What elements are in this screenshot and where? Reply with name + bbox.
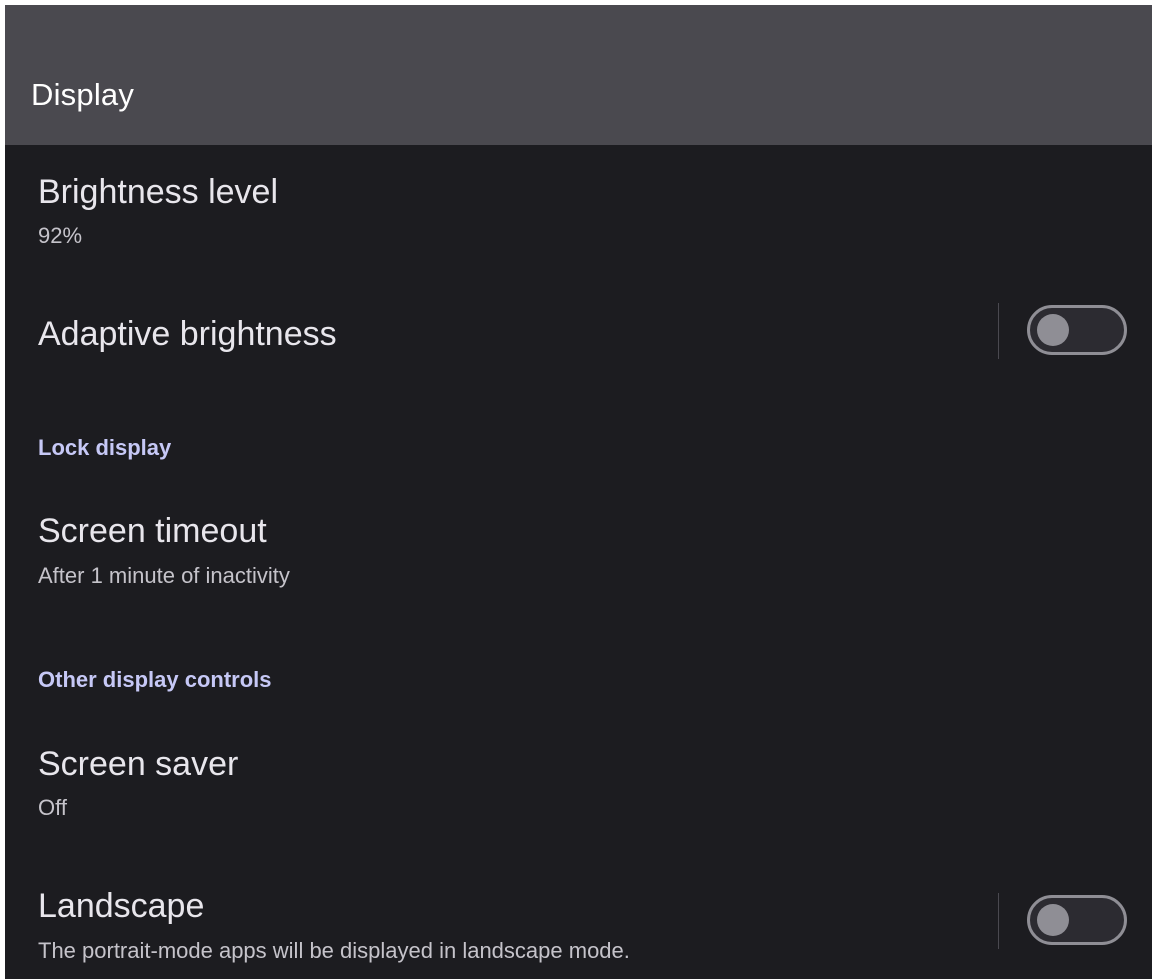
switch-divider: [998, 893, 999, 949]
screen-saver-item[interactable]: Screen saver Off: [5, 725, 1152, 840]
brightness-level-item[interactable]: Brightness level 92%: [5, 145, 1152, 285]
screen-saver-summary: Off: [38, 795, 67, 820]
landscape-title: Landscape: [38, 887, 205, 925]
switch-divider: [998, 303, 999, 359]
preferences-list: Brightness level 92% Adaptive brightness…: [5, 145, 1152, 979]
page-title: Display: [31, 77, 135, 112]
settings-screen: Display Brightness level 92% Adaptive br…: [5, 5, 1152, 979]
brightness-level-summary: 92%: [38, 223, 83, 248]
switch-thumb: [1037, 904, 1069, 936]
landscape-summary: The portrait-mode apps will be displayed…: [38, 938, 630, 963]
adaptive-brightness-item[interactable]: Adaptive brightness: [5, 285, 1152, 395]
adaptive-brightness-switch[interactable]: [1027, 305, 1127, 355]
other-display-controls-header: Other display controls: [38, 667, 272, 692]
switch-thumb: [1037, 314, 1069, 346]
adaptive-brightness-title: Adaptive brightness: [38, 315, 337, 353]
screen-timeout-title: Screen timeout: [38, 512, 267, 550]
landscape-item[interactable]: Landscape The portrait-mode apps will be…: [5, 860, 1152, 979]
app-bar: Display: [5, 5, 1152, 145]
lock-display-header: Lock display: [38, 435, 172, 460]
screen-saver-title: Screen saver: [38, 745, 239, 783]
screen-timeout-summary: After 1 minute of inactivity: [38, 563, 290, 588]
screen-timeout-item[interactable]: Screen timeout After 1 minute of inactiv…: [5, 490, 1152, 620]
brightness-level-title: Brightness level: [38, 173, 279, 211]
landscape-switch[interactable]: [1027, 895, 1127, 945]
